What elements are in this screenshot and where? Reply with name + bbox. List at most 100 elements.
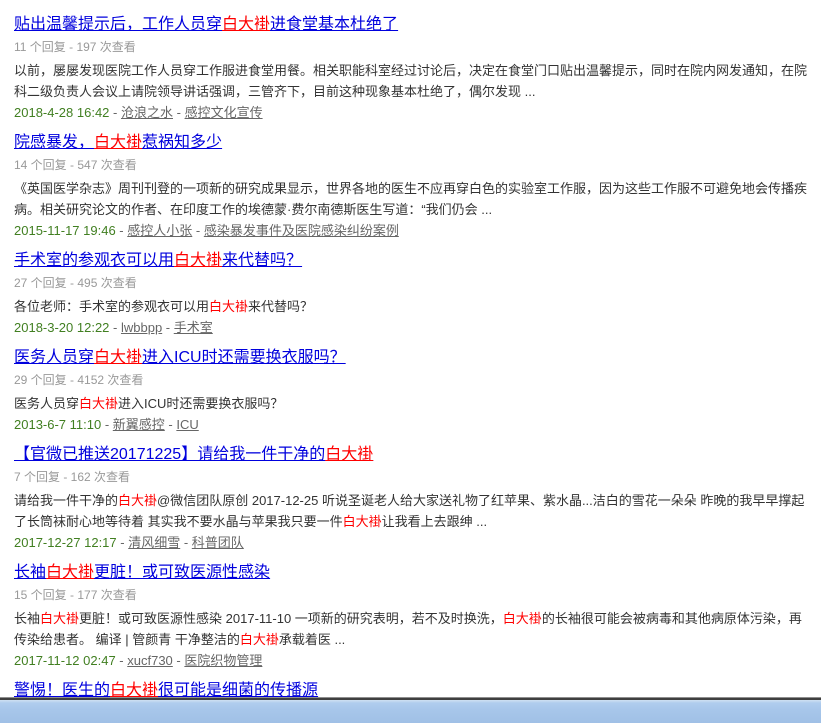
- result-snippet: 各位老师：手术室的参观衣可以用白大褂来代替吗？: [14, 296, 811, 317]
- text-segment: 进食堂基本杜绝了: [270, 16, 398, 33]
- separator-dash: -: [116, 653, 128, 668]
- result-reply-view-count: 15 个回复 - 177 次查看: [14, 588, 811, 602]
- text-segment: 长袖: [14, 564, 46, 581]
- highlight-keyword: 白大褂: [222, 16, 270, 33]
- result-title-link[interactable]: 手术室的参观衣可以用白大褂来代替吗？: [14, 252, 302, 269]
- search-results-list: 贴出温馨提示后，工作人员穿白大褂进食堂基本杜绝了 11 个回复 - 197 次查…: [14, 15, 811, 701]
- window-bottom-edge: [0, 697, 821, 723]
- result-snippet: 请给我一件干净的白大褂@微信团队原创 2017-12-25 听说圣诞老人给大家送…: [14, 490, 811, 532]
- text-segment: 手术室的参观衣可以用: [14, 252, 174, 269]
- result-title-link[interactable]: 【官微已推送20171225】请给我一件干净的白大褂: [14, 446, 373, 463]
- highlight-keyword: 白大褂: [325, 446, 373, 463]
- result-snippet: 医务人员穿白大褂进入ICU时还需要换衣服吗？: [14, 393, 811, 414]
- result-forum-link[interactable]: 手术室: [174, 320, 213, 335]
- result-author-link[interactable]: 新翼感控: [113, 417, 165, 432]
- result-footer: 2017-12-27 12:17 - 清风细雪 - 科普团队: [14, 534, 811, 552]
- result-date: 2013-6-7 11:10: [14, 417, 101, 432]
- result-forum-link[interactable]: 科普团队: [192, 535, 244, 550]
- separator-dash: -: [109, 105, 121, 120]
- result-footer: 2015-11-17 19:46 - 感控人小张 - 感染暴发事件及医院感染纠纷…: [14, 222, 811, 240]
- highlight-keyword: 白大褂: [94, 134, 142, 151]
- search-result-item: 院感暴发，白大褂惹祸知多少 14 个回复 - 547 次查看 《英国医学杂志》周…: [14, 133, 811, 240]
- text-segment: 院感暴发，: [14, 134, 94, 151]
- result-author-link[interactable]: 清风细雪: [128, 535, 180, 550]
- search-result-item: 医务人员穿白大褂进入ICU时还需要换衣服吗？ 29 个回复 - 4152 次查看…: [14, 348, 811, 434]
- search-result-item: 手术室的参观衣可以用白大褂来代替吗？ 27 个回复 - 495 次查看 各位老师…: [14, 251, 811, 337]
- highlight-keyword: 白大褂: [343, 514, 382, 529]
- result-reply-view-count: 11 个回复 - 197 次查看: [14, 40, 811, 54]
- result-title-link[interactable]: 医务人员穿白大褂进入ICU时还需要换衣服吗？: [14, 349, 346, 366]
- text-segment: 请给我一件干净的: [14, 493, 118, 508]
- result-title-link[interactable]: 院感暴发，白大褂惹祸知多少: [14, 134, 222, 151]
- result-title: 长袖白大褂更脏！或可致医源性感染: [14, 563, 811, 583]
- separator-dash: -: [116, 223, 128, 238]
- search-result-item: 【官微已推送20171225】请给我一件干净的白大褂 7 个回复 - 162 次…: [14, 445, 811, 552]
- result-date: 2017-12-27 12:17: [14, 535, 117, 550]
- window-glass-bar: [0, 700, 821, 723]
- result-footer: 2013-6-7 11:10 - 新翼感控 - ICU: [14, 416, 811, 434]
- text-segment: 医务人员穿: [14, 396, 79, 411]
- text-segment: 各位老师：手术室的参观衣可以用: [14, 299, 209, 314]
- text-segment: 来代替吗？: [222, 252, 302, 269]
- result-author-link[interactable]: lwbbpp: [121, 320, 162, 335]
- highlight-keyword: 白大褂: [79, 396, 118, 411]
- separator-dash: -: [165, 417, 177, 432]
- result-author-link[interactable]: xucf730: [127, 653, 173, 668]
- text-segment: 惹祸知多少: [142, 134, 222, 151]
- highlight-keyword: 白大褂: [503, 611, 542, 626]
- result-title-link[interactable]: 贴出温馨提示后，工作人员穿白大褂进食堂基本杜绝了: [14, 16, 398, 33]
- text-segment: 更脏！或可致医源性感染: [94, 564, 270, 581]
- highlight-keyword: 白大褂: [46, 564, 94, 581]
- text-segment: 贴出温馨提示后，工作人员穿: [14, 16, 222, 33]
- result-author-link[interactable]: 沧浪之水: [121, 105, 173, 120]
- highlight-keyword: 白大褂: [118, 493, 157, 508]
- result-snippet: 长袖白大褂更脏！或可致医源性感染 2017-11-10 一项新的研究表明，若不及…: [14, 608, 811, 650]
- result-footer: 2018-3-20 12:22 - lwbbpp - 手术室: [14, 319, 811, 337]
- search-result-item: 贴出温馨提示后，工作人员穿白大褂进食堂基本杜绝了 11 个回复 - 197 次查…: [14, 15, 811, 122]
- result-forum-link[interactable]: ICU: [176, 417, 198, 432]
- result-snippet: 《英国医学杂志》周刊刊登的一项新的研究成果显示，世界各地的医生不应再穿白色的实验…: [14, 178, 811, 220]
- result-reply-view-count: 14 个回复 - 547 次查看: [14, 158, 811, 172]
- search-results-page: 贴出温馨提示后，工作人员穿白大褂进食堂基本杜绝了 11 个回复 - 197 次查…: [0, 0, 821, 701]
- text-segment: 承载着医 ...: [279, 632, 345, 647]
- text-segment: 《英国医学杂志》周刊刊登的一项新的研究成果显示，世界各地的医生不应再穿白色的实验…: [14, 181, 807, 217]
- result-forum-link[interactable]: 感控文化宣传: [185, 105, 263, 120]
- result-reply-view-count: 7 个回复 - 162 次查看: [14, 470, 811, 484]
- separator-dash: -: [117, 535, 129, 550]
- text-segment: 以前，屡屡发现医院工作人员穿工作服进食堂用餐。相关职能科室经过讨论后，决定在食堂…: [14, 63, 807, 99]
- result-snippet: 以前，屡屡发现医院工作人员穿工作服进食堂用餐。相关职能科室经过讨论后，决定在食堂…: [14, 60, 811, 102]
- result-title-link[interactable]: 长袖白大褂更脏！或可致医源性感染: [14, 564, 270, 581]
- result-forum-link[interactable]: 感染暴发事件及医院感染纠纷案例: [204, 223, 399, 238]
- text-segment: 来代替吗？: [248, 299, 313, 314]
- highlight-keyword: 白大褂: [174, 252, 222, 269]
- highlight-keyword: 白大褂: [94, 349, 142, 366]
- result-reply-view-count: 29 个回复 - 4152 次查看: [14, 373, 811, 387]
- result-title: 院感暴发，白大褂惹祸知多少: [14, 133, 811, 153]
- text-segment: 长袖: [14, 611, 40, 626]
- highlight-keyword: 白大褂: [40, 611, 79, 626]
- result-footer: 2017-11-12 02:47 - xucf730 - 医院织物管理: [14, 652, 811, 670]
- highlight-keyword: 白大褂: [209, 299, 248, 314]
- result-reply-view-count: 27 个回复 - 495 次查看: [14, 276, 811, 290]
- separator-dash: -: [173, 653, 185, 668]
- separator-dash: -: [180, 535, 192, 550]
- text-segment: 进入ICU时还需要换衣服吗？: [142, 349, 346, 366]
- text-segment: 医务人员穿: [14, 349, 94, 366]
- separator-dash: -: [101, 417, 113, 432]
- text-segment: 【官微已推送20171225】请给我一件干净的: [14, 446, 325, 463]
- result-date: 2018-4-28 16:42: [14, 105, 109, 120]
- result-title: 手术室的参观衣可以用白大褂来代替吗？: [14, 251, 811, 271]
- result-date: 2018-3-20 12:22: [14, 320, 109, 335]
- result-author-link[interactable]: 感控人小张: [127, 223, 192, 238]
- separator-dash: -: [162, 320, 174, 335]
- separator-dash: -: [192, 223, 204, 238]
- separator-dash: -: [173, 105, 185, 120]
- result-title: 医务人员穿白大褂进入ICU时还需要换衣服吗？: [14, 348, 811, 368]
- separator-dash: -: [109, 320, 121, 335]
- result-date: 2017-11-12 02:47: [14, 653, 116, 668]
- result-title: 【官微已推送20171225】请给我一件干净的白大褂: [14, 445, 811, 465]
- result-forum-link[interactable]: 医院织物管理: [184, 653, 262, 668]
- text-segment: 进入ICU时还需要换衣服吗？: [118, 396, 283, 411]
- search-result-item: 长袖白大褂更脏！或可致医源性感染 15 个回复 - 177 次查看 长袖白大褂更…: [14, 563, 811, 670]
- text-segment: 让我看上去跟绅 ...: [382, 514, 487, 529]
